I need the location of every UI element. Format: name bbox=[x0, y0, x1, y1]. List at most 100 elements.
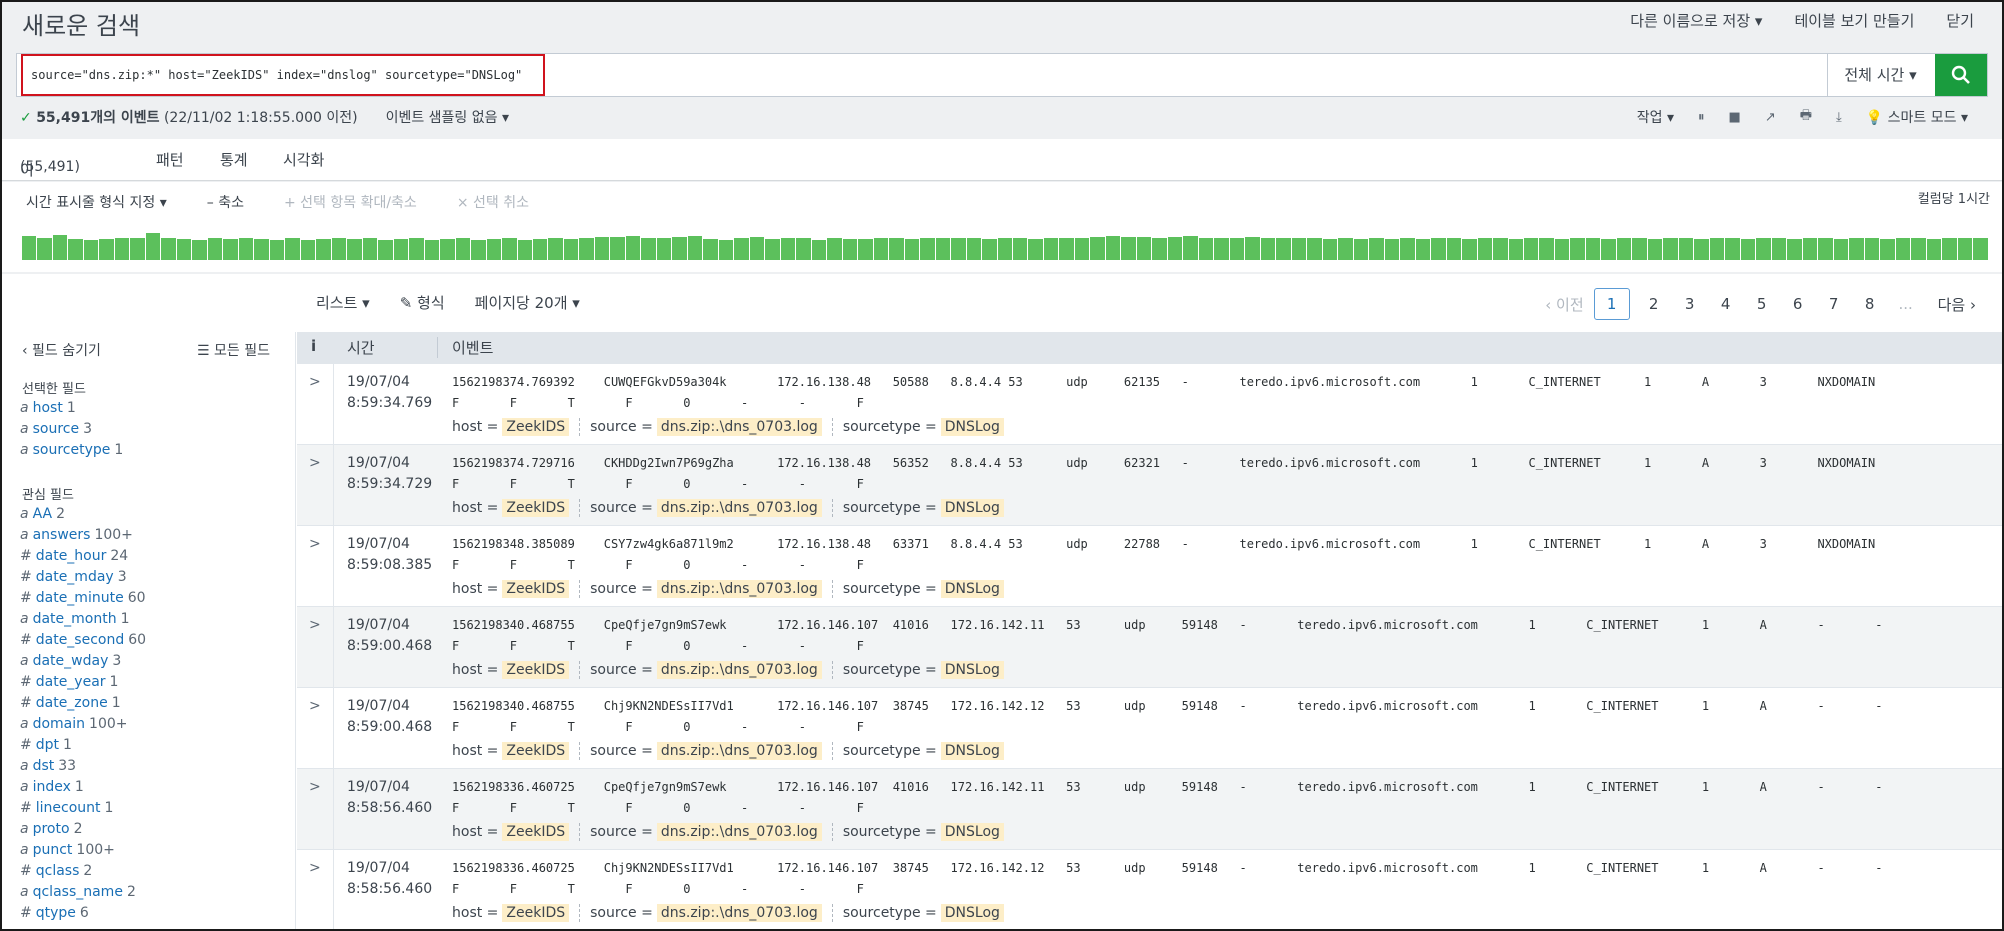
timeline-bar[interactable] bbox=[1043, 238, 1059, 260]
all-fields-button[interactable]: ☰ 모든 필드 bbox=[197, 340, 270, 360]
timeline-bar[interactable] bbox=[842, 239, 858, 260]
timeline-bar[interactable] bbox=[1013, 237, 1028, 260]
create-table-view-button[interactable]: 테이블 보기 만들기 bbox=[1794, 10, 1914, 31]
timeline-bar[interactable] bbox=[1415, 239, 1431, 260]
timeline-bar[interactable] bbox=[827, 238, 842, 260]
timeline-bar[interactable] bbox=[52, 235, 68, 260]
timeline-bar[interactable] bbox=[1167, 237, 1183, 260]
timeline-bar[interactable] bbox=[1276, 238, 1291, 260]
timeline-format-dropdown[interactable]: 시간 표시줄 형식 지정 ▾ bbox=[26, 192, 167, 212]
expand-row-icon[interactable]: > bbox=[309, 374, 321, 390]
timeline-bar[interactable] bbox=[393, 239, 409, 260]
timeline-bar[interactable] bbox=[951, 237, 966, 260]
timeline-bar[interactable] bbox=[1493, 238, 1508, 260]
timeline-bar[interactable] bbox=[1431, 237, 1446, 260]
timeline-bar[interactable] bbox=[1771, 238, 1787, 260]
timeline-bar[interactable] bbox=[1074, 238, 1090, 260]
timeline-bar[interactable] bbox=[1090, 236, 1105, 260]
close-button[interactable]: 닫기 bbox=[1946, 10, 1974, 31]
timeline-bar[interactable] bbox=[68, 239, 83, 260]
field-item-host[interactable]: a host 1 bbox=[20, 398, 123, 419]
timeline-bar[interactable] bbox=[254, 239, 269, 260]
search-button[interactable] bbox=[1935, 54, 1987, 96]
timeline-bar[interactable] bbox=[1183, 236, 1198, 260]
timeline-bar[interactable] bbox=[1585, 238, 1601, 260]
next-page-button[interactable]: 다음 › bbox=[1938, 294, 1976, 315]
timeline-bar[interactable] bbox=[378, 240, 393, 260]
timeline-bar[interactable] bbox=[99, 239, 114, 260]
timeline-bar[interactable] bbox=[223, 239, 238, 260]
timeline-bar[interactable] bbox=[114, 238, 130, 260]
timeline-bar[interactable] bbox=[269, 240, 285, 260]
timeline-bar[interactable] bbox=[471, 239, 486, 260]
page-8-button[interactable]: 8 bbox=[1852, 295, 1888, 313]
timeline-bar[interactable] bbox=[1895, 238, 1911, 260]
meta-host-value[interactable]: ZeekIDS bbox=[502, 823, 570, 841]
timeline-bar[interactable] bbox=[594, 236, 610, 260]
timeline-bar[interactable] bbox=[641, 237, 656, 260]
timeline-bar[interactable] bbox=[207, 238, 223, 260]
timeline-bar[interactable] bbox=[1105, 236, 1121, 260]
timeline-bar[interactable] bbox=[145, 233, 161, 260]
field-item-qclass[interactable]: # qclass 2 bbox=[20, 861, 146, 882]
timeline-bar[interactable] bbox=[1942, 238, 1957, 260]
timeline-bar[interactable] bbox=[625, 236, 641, 260]
timeline-bar[interactable] bbox=[796, 238, 811, 260]
timeline-bar[interactable] bbox=[687, 236, 703, 260]
meta-source-value[interactable]: dns.zip:.\dns_0703.log bbox=[656, 580, 822, 598]
timeline-bar[interactable] bbox=[1880, 239, 1895, 260]
timeline-bar[interactable] bbox=[1229, 237, 1245, 260]
expand-row-icon[interactable]: > bbox=[309, 698, 321, 714]
timeline-bar[interactable] bbox=[1477, 238, 1493, 260]
timeline-bar[interactable] bbox=[1957, 238, 1973, 260]
timeline-bar[interactable] bbox=[579, 237, 594, 260]
field-item-proto[interactable]: a proto 2 bbox=[20, 819, 146, 840]
timeline-bar[interactable] bbox=[1849, 238, 1864, 260]
timeline-bar[interactable] bbox=[1632, 238, 1647, 260]
timeline-bar[interactable] bbox=[83, 239, 99, 260]
expand-row-icon[interactable]: > bbox=[309, 455, 321, 471]
timeline-bar[interactable] bbox=[563, 239, 579, 260]
field-item-index[interactable]: a index 1 bbox=[20, 777, 146, 798]
field-item-AA[interactable]: a AA 2 bbox=[20, 504, 146, 525]
timeline-bar[interactable] bbox=[130, 237, 145, 260]
timeline-bar[interactable] bbox=[517, 239, 532, 260]
expand-row-icon[interactable]: > bbox=[309, 536, 321, 552]
meta-sourcetype-value[interactable]: DNSLog bbox=[940, 823, 1004, 841]
timeline-bar[interactable] bbox=[532, 239, 548, 260]
tab-statistics[interactable]: 통계 bbox=[220, 149, 248, 170]
zoom-to-selection-button[interactable]: + 선택 항목 확대/축소 bbox=[284, 192, 417, 212]
expand-row-icon[interactable]: > bbox=[309, 779, 321, 795]
timeline-bar[interactable] bbox=[1539, 238, 1554, 260]
field-item-dpt[interactable]: # dpt 1 bbox=[20, 735, 146, 756]
timeline-bar[interactable] bbox=[1818, 238, 1833, 260]
timeline-bar[interactable] bbox=[904, 239, 920, 260]
tab-visualization[interactable]: 시각화 bbox=[283, 149, 324, 170]
timeline-bar[interactable] bbox=[1462, 239, 1477, 260]
timeline-bar[interactable] bbox=[734, 238, 749, 260]
meta-sourcetype-value[interactable]: DNSLog bbox=[940, 580, 1004, 598]
field-item-source[interactable]: a source 3 bbox=[20, 419, 123, 440]
meta-host-value[interactable]: ZeekIDS bbox=[502, 499, 570, 517]
field-item-sourcetype[interactable]: a sourcetype 1 bbox=[20, 440, 123, 461]
timeline-bar[interactable] bbox=[316, 239, 331, 260]
field-item-date-second[interactable]: # date_second 60 bbox=[20, 630, 146, 651]
timeline-bar[interactable] bbox=[966, 238, 982, 260]
timeline-bar[interactable] bbox=[610, 237, 625, 260]
timeline-bar[interactable] bbox=[1973, 238, 1988, 260]
column-info[interactable]: i bbox=[311, 337, 316, 355]
pause-icon[interactable]: ⏸ bbox=[1698, 110, 1705, 125]
meta-host-value[interactable]: ZeekIDS bbox=[502, 904, 570, 922]
expand-row-icon[interactable]: > bbox=[309, 860, 321, 876]
timeline-bar[interactable] bbox=[300, 239, 316, 260]
timeline-bar[interactable] bbox=[780, 237, 796, 260]
timeline-bar[interactable] bbox=[1725, 238, 1740, 260]
job-menu[interactable]: 작업 ▾ bbox=[1637, 107, 1674, 127]
timeline-bar[interactable] bbox=[656, 238, 672, 260]
timeline-bar[interactable] bbox=[1678, 238, 1694, 260]
field-item-date-hour[interactable]: # date_hour 24 bbox=[20, 546, 146, 567]
timeline-bar[interactable] bbox=[1214, 238, 1229, 260]
expand-row-icon[interactable]: > bbox=[309, 617, 321, 633]
timeline-bar[interactable] bbox=[1554, 239, 1570, 260]
timeline-bar[interactable] bbox=[920, 238, 935, 260]
